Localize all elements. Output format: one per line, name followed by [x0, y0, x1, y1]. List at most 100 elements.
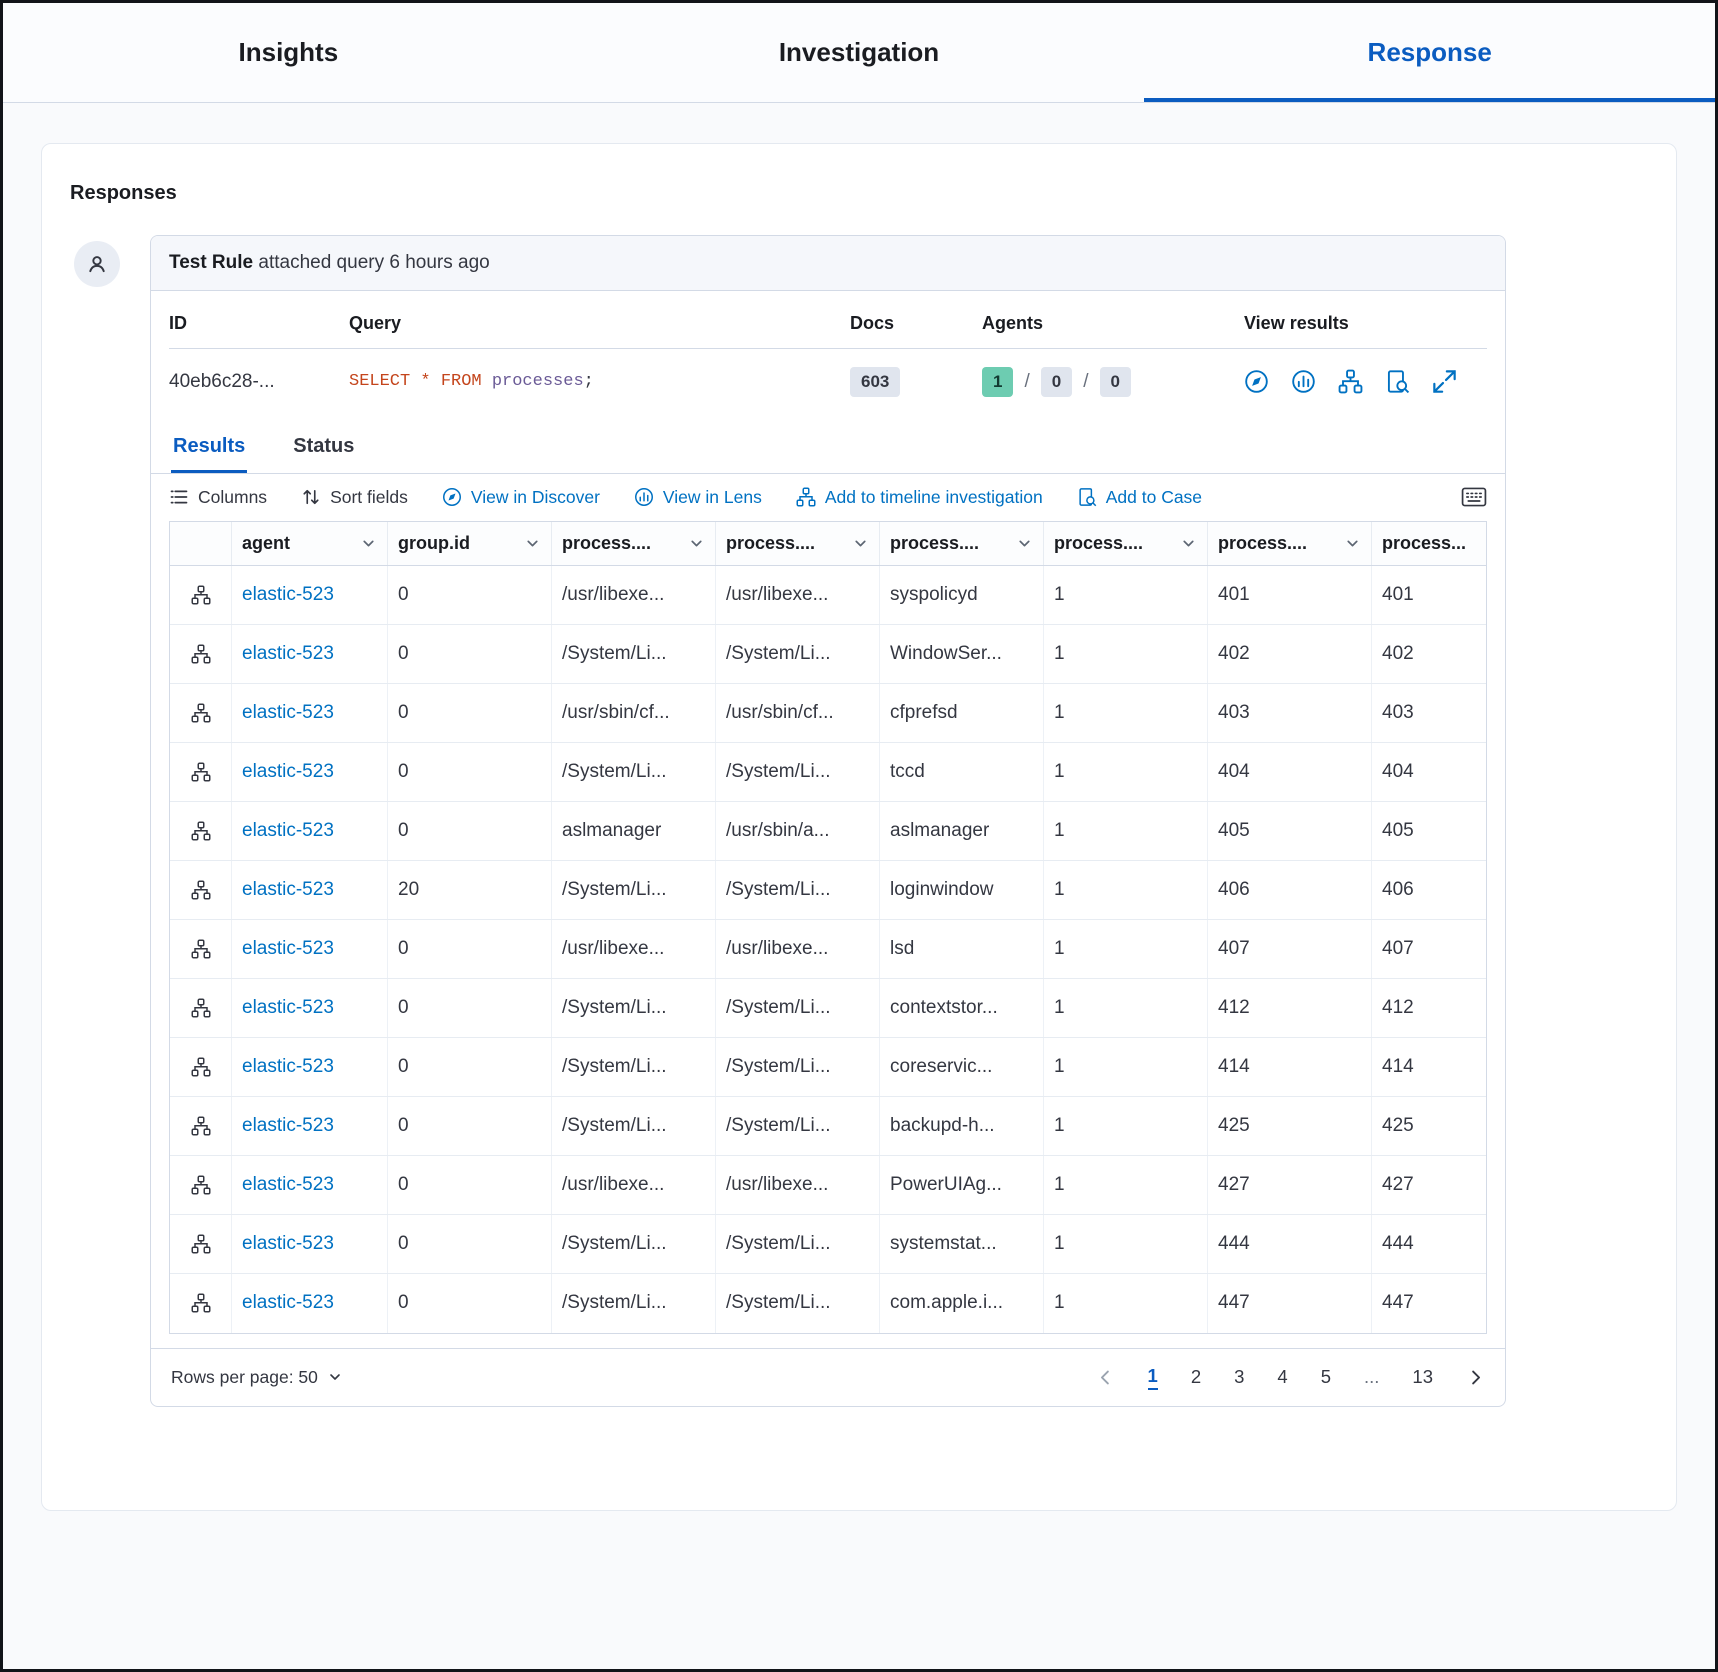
- agent-link[interactable]: elastic-523: [232, 861, 388, 919]
- grid-cell: 447: [1372, 1274, 1486, 1333]
- column-header[interactable]: agent: [232, 522, 388, 565]
- agent-link[interactable]: elastic-523: [232, 802, 388, 860]
- grid-cell: com.apple.i...: [880, 1274, 1044, 1333]
- next-page-button[interactable]: [1466, 1368, 1485, 1387]
- agents-pending-badge: 0: [1041, 367, 1072, 397]
- grid-cell: /System/Li...: [716, 743, 880, 801]
- agent-link[interactable]: elastic-523: [232, 920, 388, 978]
- agent-link[interactable]: elastic-523: [232, 684, 388, 742]
- agent-link[interactable]: elastic-523: [232, 743, 388, 801]
- column-header[interactable]: group.id: [388, 522, 552, 565]
- grid-cell: 447: [1208, 1274, 1372, 1333]
- column-header[interactable]: process....: [1208, 522, 1372, 565]
- row-timeline-button[interactable]: [170, 1274, 232, 1333]
- column-header-label: process....: [1054, 533, 1143, 554]
- grid-cell: aslmanager: [880, 802, 1044, 860]
- result-tab-bar: Results Status: [151, 417, 1505, 474]
- tab-results[interactable]: Results: [171, 417, 247, 473]
- row-timeline-button[interactable]: [170, 625, 232, 683]
- page-button-1[interactable]: 1: [1148, 1365, 1158, 1390]
- grid-cell: /System/Li...: [552, 743, 716, 801]
- node-graph-icon: [191, 585, 211, 605]
- grid-cell: 403: [1372, 684, 1486, 742]
- sort-fields-button[interactable]: Sort fields: [301, 487, 408, 508]
- column-header[interactable]: process....: [716, 522, 880, 565]
- id-column-label: ID: [169, 313, 349, 334]
- sort-arrows-icon: [301, 487, 321, 507]
- table-row: elastic-5230/System/Li.../System/Li...ba…: [170, 1097, 1486, 1156]
- page-button-3[interactable]: 3: [1234, 1366, 1244, 1388]
- add-to-case-button[interactable]: Add to Case: [1077, 487, 1202, 508]
- grid-cell: 1: [1044, 566, 1208, 624]
- tab-status[interactable]: Status: [291, 417, 356, 473]
- view-in-lens-icon[interactable]: [1291, 369, 1316, 394]
- agent-link[interactable]: elastic-523: [232, 1097, 388, 1155]
- rows-per-page-button[interactable]: Rows per page: 50: [171, 1367, 343, 1388]
- table-row: elastic-5230/System/Li.../System/Li...tc…: [170, 743, 1486, 802]
- keyboard-shortcuts-button[interactable]: [1461, 487, 1487, 507]
- agent-link[interactable]: elastic-523: [232, 1038, 388, 1096]
- column-header[interactable]: process....: [1044, 522, 1208, 565]
- column-sort-chevron-icon: [524, 535, 541, 552]
- tab-investigation[interactable]: Investigation: [574, 3, 1145, 102]
- grid-cell: 20: [388, 861, 552, 919]
- columns-button[interactable]: Columns: [169, 487, 267, 508]
- row-timeline-button[interactable]: [170, 1038, 232, 1096]
- agent-link[interactable]: elastic-523: [232, 566, 388, 624]
- add-to-timeline-icon[interactable]: [1338, 369, 1363, 394]
- page-button-2[interactable]: 2: [1191, 1366, 1201, 1388]
- grid-cell: /System/Li...: [716, 861, 880, 919]
- grid-cell: 0: [388, 1097, 552, 1155]
- row-timeline-button[interactable]: [170, 684, 232, 742]
- page-button-4[interactable]: 4: [1277, 1366, 1287, 1388]
- node-graph-icon: [191, 1116, 211, 1136]
- grid-cell: /System/Li...: [716, 1274, 880, 1333]
- column-header[interactable]: process....: [552, 522, 716, 565]
- grid-cell: 404: [1208, 743, 1372, 801]
- grid-cell: /usr/sbin/a...: [716, 802, 880, 860]
- row-timeline-button[interactable]: [170, 920, 232, 978]
- view-in-discover-icon[interactable]: [1244, 369, 1269, 394]
- node-graph-icon: [191, 880, 211, 900]
- column-header[interactable]: process...: [1372, 522, 1486, 565]
- query-meta: ID Query Docs Agents View results 40eb6c…: [151, 291, 1505, 417]
- row-timeline-button[interactable]: [170, 566, 232, 624]
- row-timeline-button[interactable]: [170, 1156, 232, 1214]
- agent-link[interactable]: elastic-523: [232, 1274, 388, 1333]
- table-row: elastic-5230/System/Li.../System/Li...co…: [170, 1038, 1486, 1097]
- row-timeline-button[interactable]: [170, 1097, 232, 1155]
- previous-page-button[interactable]: [1096, 1368, 1115, 1387]
- tab-response[interactable]: Response: [1144, 3, 1715, 102]
- agent-link[interactable]: elastic-523: [232, 625, 388, 683]
- grid-body: elastic-5230/usr/libexe.../usr/libexe...…: [170, 566, 1486, 1333]
- table-row: elastic-5230/usr/libexe.../usr/libexe...…: [170, 566, 1486, 625]
- column-sort-chevron-icon: [852, 535, 869, 552]
- column-header[interactable]: process....: [880, 522, 1044, 565]
- agent-link[interactable]: elastic-523: [232, 979, 388, 1037]
- grid-control-column-header: [170, 522, 232, 565]
- open-results-icon[interactable]: [1432, 369, 1457, 394]
- page-button-5[interactable]: 5: [1321, 1366, 1331, 1388]
- row-timeline-button[interactable]: [170, 1215, 232, 1273]
- grid-cell: 1: [1044, 1156, 1208, 1214]
- column-header-label: process....: [726, 533, 815, 554]
- tab-insights[interactable]: Insights: [3, 3, 574, 102]
- column-header-label: group.id: [398, 533, 470, 554]
- view-in-discover-button[interactable]: View in Discover: [442, 487, 600, 508]
- table-row: elastic-5230/System/Li.../System/Li...Wi…: [170, 625, 1486, 684]
- row-timeline-button[interactable]: [170, 979, 232, 1037]
- grid-cell: /System/Li...: [716, 625, 880, 683]
- row-timeline-button[interactable]: [170, 743, 232, 801]
- agent-link[interactable]: elastic-523: [232, 1156, 388, 1214]
- grid-cell: 1: [1044, 1274, 1208, 1333]
- columns-icon: [169, 487, 189, 507]
- row-timeline-button[interactable]: [170, 861, 232, 919]
- query-result-card: Test Rule attached query 6 hours ago ID …: [150, 235, 1506, 1407]
- page-button-13[interactable]: 13: [1412, 1366, 1433, 1388]
- add-to-timeline-button[interactable]: Add to timeline investigation: [796, 487, 1043, 508]
- grid-cell: 414: [1208, 1038, 1372, 1096]
- agent-link[interactable]: elastic-523: [232, 1215, 388, 1273]
- add-to-case-icon[interactable]: [1385, 369, 1410, 394]
- row-timeline-button[interactable]: [170, 802, 232, 860]
- view-in-lens-button[interactable]: View in Lens: [634, 487, 762, 508]
